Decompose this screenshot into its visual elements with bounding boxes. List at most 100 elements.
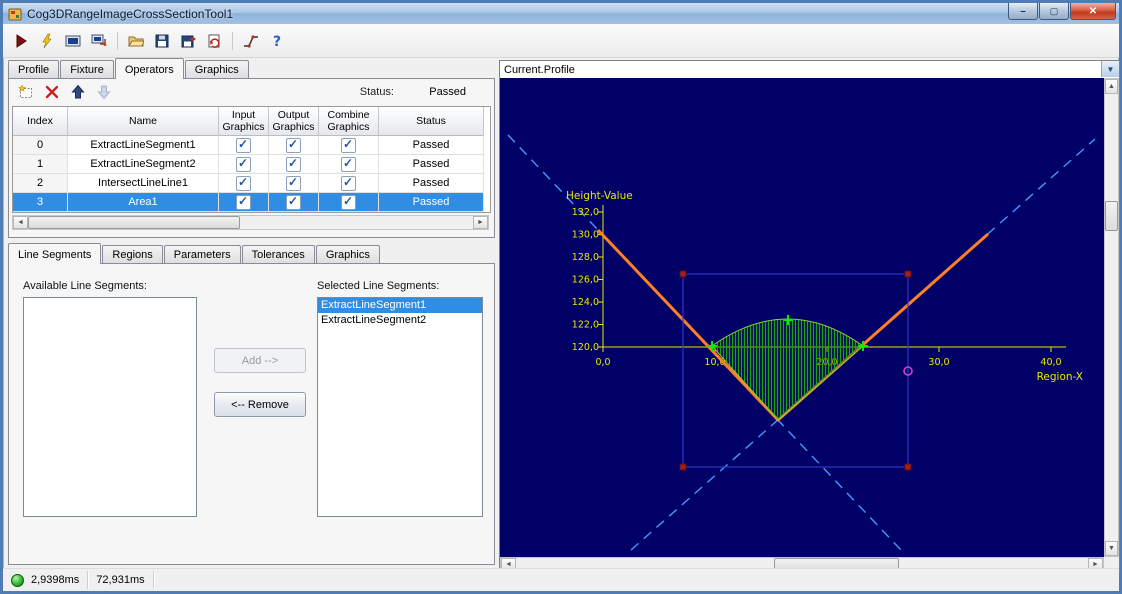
total-time: 72,931ms	[96, 574, 144, 586]
tab-regions[interactable]: Regions	[102, 245, 162, 264]
table-row[interactable]: 1 ExtractLineSegment2 Passed	[13, 155, 490, 174]
checkbox-checked-icon	[236, 176, 251, 191]
open-icon[interactable]	[126, 31, 146, 51]
profile-plot-area[interactable]: Height-Value 132,0 130,0 128,0 126,0 124…	[500, 78, 1104, 557]
export-icon[interactable]	[178, 31, 198, 51]
scroll-right-icon[interactable]	[473, 216, 488, 229]
close-button[interactable]	[1070, 3, 1116, 20]
output-graphics-checkbox[interactable]	[269, 193, 319, 212]
col-header-index[interactable]: Index	[13, 107, 68, 136]
tab-fixture[interactable]: Fixture	[60, 60, 114, 79]
combine-graphics-checkbox[interactable]	[319, 136, 379, 155]
help-icon[interactable]: ?	[267, 31, 287, 51]
tab-graphics-sub[interactable]: Graphics	[316, 245, 380, 264]
caption-buttons	[1007, 3, 1116, 20]
tab-line-segments[interactable]: Line Segments	[8, 243, 101, 264]
row-name: Area1	[68, 193, 219, 212]
save-icon[interactable]	[152, 31, 172, 51]
list-item[interactable]: ExtractLineSegment2	[318, 313, 482, 328]
input-graphics-checkbox[interactable]	[219, 174, 269, 193]
selected-line-segments-listbox[interactable]: ExtractLineSegment1 ExtractLineSegment2	[317, 297, 483, 517]
scrollbar-thumb[interactable]	[1105, 201, 1118, 231]
record-selector-combobox[interactable]: Current.Profile	[500, 61, 1119, 79]
operators-status-label: Status:	[360, 86, 394, 98]
col-header-status[interactable]: Status	[379, 107, 484, 136]
window-icon	[8, 7, 22, 21]
show-display-icon[interactable]	[63, 31, 83, 51]
main-tab-strip: Profile Fixture Operators Graphics	[8, 60, 250, 79]
svg-text:?: ?	[273, 34, 281, 49]
row-index: 1	[13, 155, 68, 174]
col-header-output-graphics[interactable]: Output Graphics	[269, 107, 319, 136]
operators-toolbar: Status: Passed	[9, 79, 494, 105]
scroll-up-icon[interactable]	[1105, 79, 1118, 94]
tab-tolerances[interactable]: Tolerances	[242, 245, 315, 264]
minimize-button[interactable]	[1008, 3, 1038, 20]
tab-graphics[interactable]: Graphics	[185, 60, 249, 79]
input-graphics-checkbox[interactable]	[219, 136, 269, 155]
reset-icon[interactable]	[204, 31, 224, 51]
row-status: Passed	[379, 155, 484, 174]
y-axis-title: Height-Value	[566, 190, 633, 202]
input-graphics-checkbox[interactable]	[219, 193, 269, 212]
tab-operators[interactable]: Operators	[115, 58, 184, 79]
row-index: 3	[13, 193, 68, 212]
table-row[interactable]: 0 ExtractLineSegment1 Passed	[13, 136, 490, 155]
svg-text:132,0: 132,0	[572, 207, 599, 218]
line-segments-page: Available Line Segments: Add --> <-- Rem…	[8, 263, 495, 565]
row-name: ExtractLineSegment1	[68, 136, 219, 155]
scroll-down-icon[interactable]	[1105, 541, 1118, 556]
list-item[interactable]: ExtractLineSegment1	[318, 298, 482, 313]
operators-grid-hscrollbar[interactable]	[12, 215, 489, 230]
input-graphics-checkbox[interactable]	[219, 155, 269, 174]
available-line-segments-listbox[interactable]	[23, 297, 197, 517]
operators-status-value: Passed	[429, 86, 466, 98]
title-bar[interactable]: Cog3DRangeImageCrossSectionTool1	[3, 3, 1119, 24]
combine-graphics-checkbox[interactable]	[319, 193, 379, 212]
toolbar-separator	[117, 32, 118, 50]
sub-tab-strip: Line Segments Regions Parameters Toleran…	[8, 245, 381, 264]
output-graphics-checkbox[interactable]	[269, 174, 319, 193]
ramp-icon[interactable]	[241, 31, 261, 51]
profile-plot-canvas[interactable]: Height-Value 132,0 130,0 128,0 126,0 124…	[500, 78, 1104, 557]
chevron-down-icon[interactable]	[1101, 61, 1119, 77]
operators-panel: Status: Passed Index Name Input Graphics…	[8, 78, 495, 238]
combine-graphics-checkbox[interactable]	[319, 174, 379, 193]
move-up-icon[interactable]	[69, 83, 87, 101]
col-header-combine-graphics[interactable]: Combine Graphics	[319, 107, 379, 136]
profile-display-pane: Current.Profile	[499, 60, 1120, 573]
x-axis-title: Region-X	[1037, 371, 1083, 383]
float-display-icon[interactable]	[89, 31, 109, 51]
delete-operator-icon[interactable]	[43, 83, 61, 101]
move-down-icon[interactable]	[95, 83, 113, 101]
toolbar-separator	[232, 32, 233, 50]
svg-text:128,0: 128,0	[572, 252, 599, 263]
run-icon[interactable]	[11, 31, 31, 51]
col-header-input-graphics[interactable]: Input Graphics	[219, 107, 269, 136]
table-row-selected[interactable]: 3 Area1 Passed	[13, 193, 490, 212]
scroll-left-icon[interactable]	[13, 216, 28, 229]
new-operator-icon[interactable]	[17, 83, 35, 101]
maximize-button[interactable]	[1039, 3, 1069, 20]
svg-text:130,0: 130,0	[572, 230, 599, 241]
tab-parameters[interactable]: Parameters	[164, 245, 241, 264]
execution-time: 2,9398ms	[31, 574, 79, 586]
plot-vscrollbar[interactable]	[1104, 78, 1119, 557]
output-graphics-checkbox[interactable]	[269, 155, 319, 174]
checkbox-checked-icon	[286, 138, 301, 153]
checkbox-checked-icon	[286, 176, 301, 191]
status-led-icon	[11, 574, 24, 587]
svg-text:40,0: 40,0	[1040, 357, 1061, 368]
tab-profile[interactable]: Profile	[8, 60, 59, 79]
main-toolbar: ?	[3, 24, 1119, 58]
table-row[interactable]: 2 IntersectLineLine1 Passed	[13, 174, 490, 193]
col-header-name[interactable]: Name	[68, 107, 219, 136]
selected-line-segments-label: Selected Line Segments:	[317, 280, 439, 292]
live-run-icon[interactable]	[37, 31, 57, 51]
add-button[interactable]: Add -->	[214, 348, 306, 373]
remove-button[interactable]: <-- Remove	[214, 392, 306, 417]
combine-graphics-checkbox[interactable]	[319, 155, 379, 174]
scrollbar-thumb[interactable]	[28, 216, 240, 229]
svg-text:120,0: 120,0	[572, 342, 599, 353]
output-graphics-checkbox[interactable]	[269, 136, 319, 155]
